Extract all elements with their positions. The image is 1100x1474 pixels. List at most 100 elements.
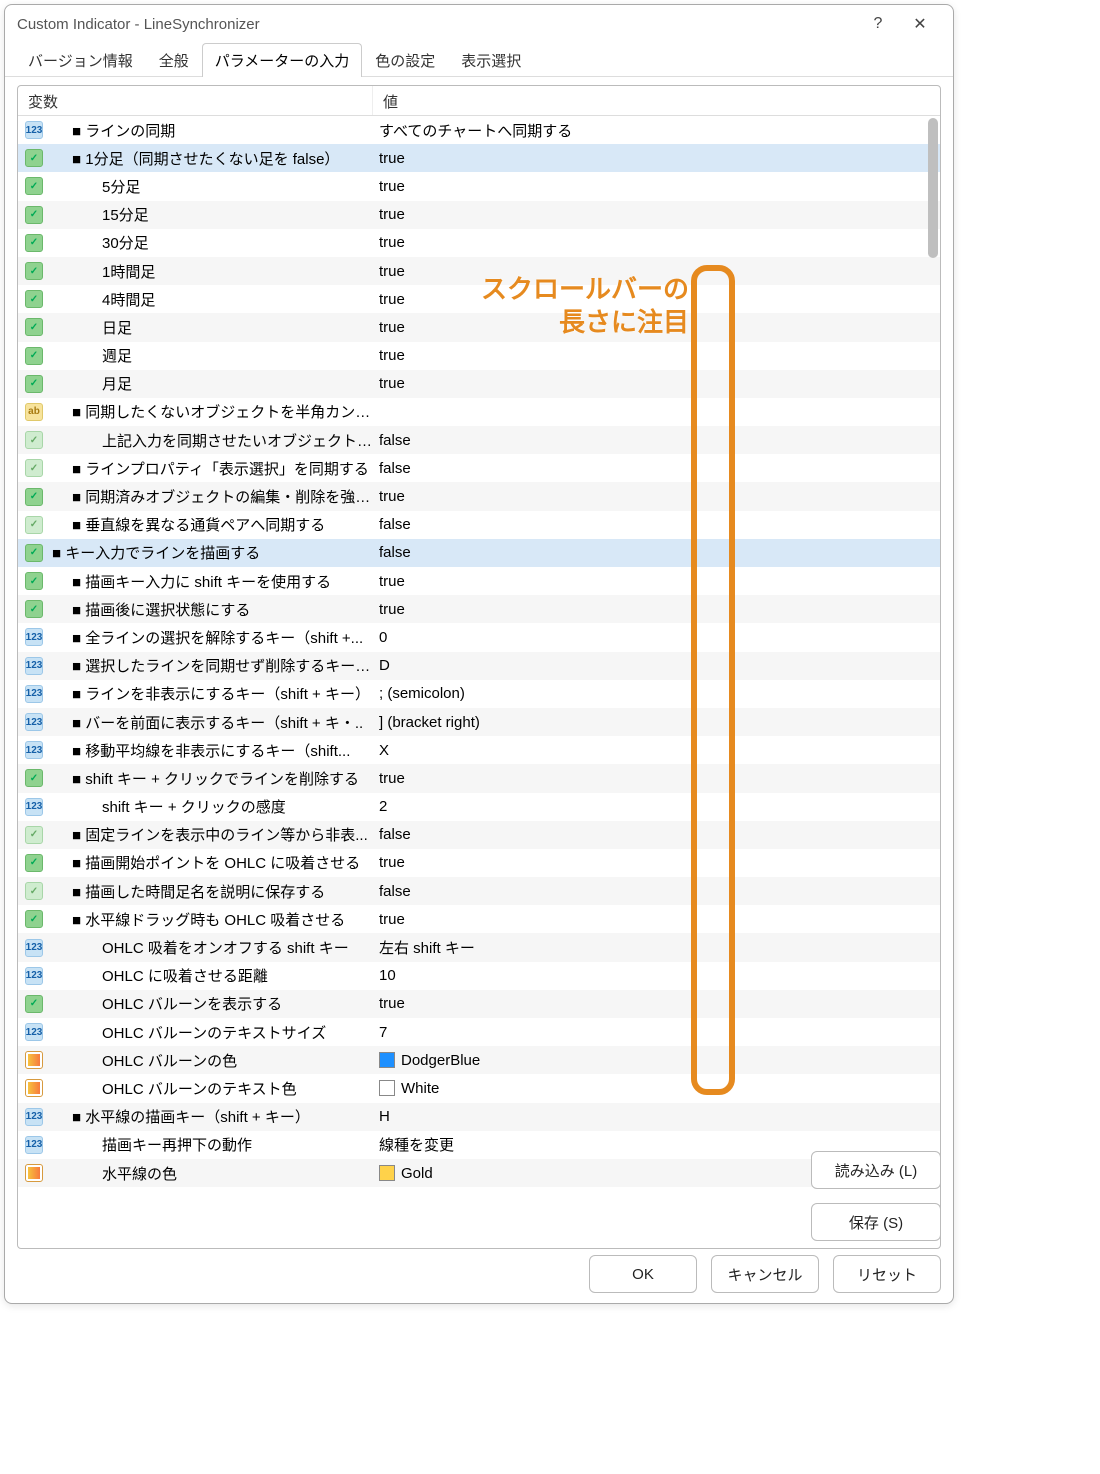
- boolOn-icon: ✓: [22, 541, 46, 565]
- tab-general[interactable]: 全般: [146, 43, 202, 77]
- table-row[interactable]: 123■ ラインを非表示にするキー（shift + キー）; (semicolo…: [18, 680, 940, 708]
- param-value[interactable]: true: [373, 347, 940, 364]
- scrollbar-track[interactable]: [928, 118, 938, 1246]
- table-row[interactable]: ✓■ 描画開始ポイントを OHLC に吸着させるtrue: [18, 849, 940, 877]
- param-name: OHLC バルーンを表示する: [46, 993, 373, 1014]
- table-row[interactable]: ✓週足true: [18, 342, 940, 370]
- param-value[interactable]: すべてのチャートへ同期する: [373, 120, 940, 141]
- param-value[interactable]: D: [373, 657, 940, 674]
- param-value[interactable]: false: [373, 883, 940, 900]
- boolOn-icon: ✓: [22, 315, 46, 339]
- table-row[interactable]: ab■ 同期したくないオブジェクトを半角カンマ・..: [18, 398, 940, 426]
- param-value[interactable]: 2: [373, 798, 940, 815]
- table-row[interactable]: ✓■ 同期済みオブジェクトの編集・削除を強・..true: [18, 482, 940, 510]
- param-value[interactable]: true: [373, 488, 940, 505]
- param-value-text: true: [379, 770, 405, 787]
- param-value[interactable]: true: [373, 206, 940, 223]
- help-button[interactable]: ?: [857, 9, 899, 39]
- tab-version[interactable]: バージョン情報: [15, 43, 146, 77]
- table-row[interactable]: 123OHLC に吸着させる距離10: [18, 962, 940, 990]
- table-row[interactable]: 123OHLC 吸着をオンオフする shift キー左右 shift キー: [18, 933, 940, 961]
- param-value[interactable]: false: [373, 544, 940, 561]
- table-row[interactable]: ✓5分足true: [18, 172, 940, 200]
- param-value[interactable]: 10: [373, 967, 940, 984]
- table-row[interactable]: 水平線の色Gold: [18, 1159, 940, 1187]
- ok-button[interactable]: OK: [589, 1255, 697, 1293]
- table-row[interactable]: ✓15分足true: [18, 201, 940, 229]
- table-row[interactable]: ✓■ 水平線ドラッグ時も OHLC 吸着させるtrue: [18, 905, 940, 933]
- table-row[interactable]: ✓■ 描画した時間足名を説明に保存するfalse: [18, 877, 940, 905]
- param-value[interactable]: true: [373, 573, 940, 590]
- table-row[interactable]: 123■ 全ラインの選択を解除するキー（shift +...0: [18, 623, 940, 651]
- param-value[interactable]: true: [373, 178, 940, 195]
- param-value[interactable]: true: [373, 375, 940, 392]
- param-value[interactable]: H: [373, 1108, 940, 1125]
- table-row[interactable]: ✓上記入力を同期させたいオブジェクトに・..false: [18, 426, 940, 454]
- table-row[interactable]: 123OHLC バルーンのテキストサイズ7: [18, 1018, 940, 1046]
- param-name: ■ 描画後に選択状態にする: [46, 599, 373, 620]
- table-row[interactable]: ✓30分足true: [18, 229, 940, 257]
- param-value[interactable]: true: [373, 601, 940, 618]
- table-row[interactable]: 123■ 水平線の描画キー（shift + キー）H: [18, 1103, 940, 1131]
- table-row[interactable]: ✓■ shift キー + クリックでラインを削除するtrue: [18, 764, 940, 792]
- param-value[interactable]: true: [373, 234, 940, 251]
- param-value[interactable]: 7: [373, 1024, 940, 1041]
- save-button[interactable]: 保存 (S): [811, 1203, 941, 1241]
- param-value[interactable]: ] (bracket right): [373, 714, 940, 731]
- param-value[interactable]: true: [373, 319, 940, 336]
- param-value[interactable]: true: [373, 263, 940, 280]
- table-row[interactable]: 123shift キー + クリックの感度2: [18, 793, 940, 821]
- tab-display[interactable]: 表示選択: [448, 43, 534, 77]
- param-value[interactable]: true: [373, 995, 940, 1012]
- param-value[interactable]: true: [373, 854, 940, 871]
- param-value[interactable]: true: [373, 291, 940, 308]
- load-button[interactable]: 読み込み (L): [811, 1151, 941, 1189]
- int-icon: 123: [22, 710, 46, 734]
- param-value[interactable]: true: [373, 150, 940, 167]
- table-row[interactable]: ✓■ 1分足（同期させたくない足を false）true: [18, 144, 940, 172]
- table-row[interactable]: ✓日足true: [18, 313, 940, 341]
- reset-button[interactable]: リセット: [833, 1255, 941, 1293]
- table-row[interactable]: 123描画キー再押下の動作線種を変更: [18, 1131, 940, 1159]
- table-row[interactable]: 123■ ラインの同期すべてのチャートへ同期する: [18, 116, 940, 144]
- param-value[interactable]: DodgerBlue: [373, 1052, 940, 1069]
- table-row[interactable]: ✓■ 垂直線を異なる通貨ペアへ同期するfalse: [18, 511, 940, 539]
- param-value[interactable]: 左右 shift キー: [373, 937, 940, 958]
- table-row[interactable]: 123■ バーを前面に表示するキー（shift + キ・..] (bracket…: [18, 708, 940, 736]
- scrollbar-thumb[interactable]: [928, 118, 938, 258]
- cancel-button[interactable]: キャンセル: [711, 1255, 819, 1293]
- table-row[interactable]: ✓■ 描画キー入力に shift キーを使用するtrue: [18, 567, 940, 595]
- param-value-text: true: [379, 234, 405, 251]
- param-value[interactable]: false: [373, 516, 940, 533]
- param-name: OHLC 吸着をオンオフする shift キー: [46, 937, 373, 958]
- param-value[interactable]: White: [373, 1080, 940, 1097]
- table-row[interactable]: ✓4時間足true: [18, 285, 940, 313]
- close-button[interactable]: ✕: [899, 9, 941, 39]
- param-value[interactable]: X: [373, 742, 940, 759]
- param-value-text: true: [379, 911, 405, 928]
- table-row[interactable]: ✓月足true: [18, 370, 940, 398]
- param-name: ■ 水平線ドラッグ時も OHLC 吸着させる: [46, 909, 373, 930]
- table-row[interactable]: ✓OHLC バルーンを表示するtrue: [18, 990, 940, 1018]
- table-row[interactable]: OHLC バルーンのテキスト色White: [18, 1074, 940, 1102]
- param-value[interactable]: true: [373, 911, 940, 928]
- param-value[interactable]: false: [373, 460, 940, 477]
- table-row[interactable]: ✓■ 固定ラインを表示中のライン等から非表...false: [18, 821, 940, 849]
- boolOn-icon: ✓: [22, 231, 46, 255]
- table-row[interactable]: 123■ 移動平均線を非表示にするキー（shift...X: [18, 736, 940, 764]
- param-value[interactable]: false: [373, 826, 940, 843]
- content-area: 変数 値 123■ ラインの同期すべてのチャートへ同期する✓■ 1分足（同期させ…: [17, 85, 941, 1249]
- table-row[interactable]: ✓■ 描画後に選択状態にするtrue: [18, 595, 940, 623]
- param-value[interactable]: true: [373, 770, 940, 787]
- param-value[interactable]: 0: [373, 629, 940, 646]
- param-value[interactable]: ; (semicolon): [373, 685, 940, 702]
- param-name: ■ 選択したラインを同期せず削除するキー・..: [46, 655, 373, 676]
- tab-colors[interactable]: 色の設定: [362, 43, 448, 77]
- tab-parameters[interactable]: パラメーターの入力: [202, 43, 363, 77]
- table-row[interactable]: ✓1時間足true: [18, 257, 940, 285]
- table-row[interactable]: ✓■ キー入力でラインを描画するfalse: [18, 539, 940, 567]
- table-row[interactable]: 123■ 選択したラインを同期せず削除するキー・..D: [18, 652, 940, 680]
- param-value[interactable]: false: [373, 432, 940, 449]
- table-row[interactable]: ✓■ ラインプロパティ「表示選択」を同期するfalse: [18, 454, 940, 482]
- table-row[interactable]: OHLC バルーンの色DodgerBlue: [18, 1046, 940, 1074]
